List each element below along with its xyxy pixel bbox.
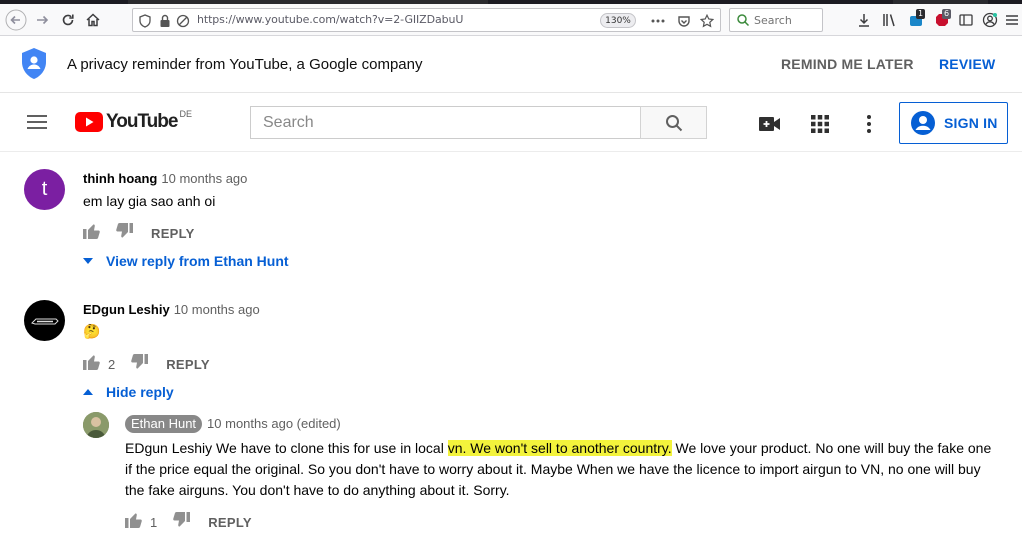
more-options-icon[interactable] bbox=[857, 112, 881, 136]
caret-up-icon bbox=[83, 389, 93, 395]
reply-button[interactable]: REPLY bbox=[151, 226, 195, 241]
downloads-icon[interactable] bbox=[852, 9, 876, 31]
reply-text-start: EDgun Leshiy We have to clone this for u… bbox=[125, 440, 448, 456]
youtube-play-logo-icon bbox=[75, 112, 103, 132]
reply-actions: 1 REPLY bbox=[125, 510, 252, 534]
like-count: 1 bbox=[150, 514, 158, 530]
home-icon[interactable] bbox=[81, 9, 105, 31]
bookmark-star-icon[interactable] bbox=[699, 13, 715, 29]
search-input[interactable]: Search bbox=[250, 106, 641, 139]
url-text[interactable]: https://www.youtube.com/watch?v=2-GIIZDa… bbox=[197, 13, 463, 26]
reply-header: Ethan Hunt 10 months ago (edited) bbox=[125, 415, 341, 433]
thumbs-down-icon[interactable] bbox=[131, 353, 149, 375]
comment-author[interactable]: thinh hoang bbox=[83, 171, 157, 186]
lock-icon[interactable] bbox=[157, 13, 173, 29]
reply-button[interactable]: REPLY bbox=[208, 515, 252, 530]
autoplay-blocked-icon[interactable] bbox=[175, 13, 191, 29]
view-replies-label: View reply from Ethan Hunt bbox=[106, 253, 289, 269]
comment-actions: REPLY bbox=[83, 221, 195, 245]
edgun-logo-icon bbox=[30, 318, 59, 324]
guide-menu-icon[interactable] bbox=[27, 114, 47, 135]
hide-replies-label: Hide reply bbox=[106, 384, 174, 400]
extension-icon-blue[interactable]: 1 bbox=[904, 9, 928, 31]
browser-search-placeholder: Search bbox=[754, 14, 792, 27]
url-bar[interactable]: https://www.youtube.com/watch?v=2-GIIZDa… bbox=[132, 8, 721, 32]
search-icon bbox=[665, 114, 682, 131]
country-code: DE bbox=[179, 109, 192, 119]
thumbs-down-icon[interactable] bbox=[173, 511, 191, 533]
sidebar-icon[interactable] bbox=[954, 9, 978, 31]
extension-badge: 1 bbox=[916, 9, 926, 19]
search-placeholder: Search bbox=[263, 114, 314, 131]
caret-down-icon bbox=[83, 258, 93, 264]
sign-in-button[interactable]: SIGN IN bbox=[899, 102, 1008, 144]
youtube-header: YouTube DE Search SIGN IN bbox=[0, 94, 1022, 152]
comment-text: 🤔 bbox=[83, 323, 101, 339]
thumbs-up-icon[interactable] bbox=[125, 512, 142, 533]
avatar[interactable]: t bbox=[24, 169, 65, 210]
logo-text: YouTube bbox=[106, 111, 178, 132]
comment-text: em lay gia sao anh oi bbox=[83, 193, 216, 209]
thumbs-down-icon[interactable] bbox=[116, 222, 133, 244]
comments-section: t thinh hoang 10 months ago em lay gia sa… bbox=[0, 153, 1022, 545]
comment-actions: 2 REPLY bbox=[83, 352, 210, 376]
avatar-photo-icon bbox=[83, 412, 109, 438]
account-circle-icon bbox=[911, 111, 935, 135]
adblock-icon[interactable]: 6 bbox=[930, 9, 954, 31]
reply-button[interactable]: REPLY bbox=[166, 357, 210, 372]
thumbs-up-icon[interactable] bbox=[83, 354, 100, 375]
account-icon[interactable] bbox=[978, 9, 1002, 31]
sign-in-label: SIGN IN bbox=[944, 115, 998, 131]
privacy-shield-icon bbox=[20, 47, 48, 86]
hamburger-menu-icon[interactable] bbox=[1000, 9, 1022, 31]
comment-author[interactable]: EDgun Leshiy bbox=[83, 302, 170, 317]
avatar[interactable] bbox=[83, 412, 109, 438]
apps-grid-icon[interactable] bbox=[808, 112, 832, 136]
adblock-badge: 6 bbox=[942, 9, 952, 19]
review-button[interactable]: REVIEW bbox=[939, 56, 995, 72]
search-button[interactable] bbox=[640, 106, 707, 139]
pocket-icon[interactable] bbox=[676, 13, 692, 29]
create-video-icon[interactable] bbox=[758, 112, 782, 136]
forward-icon[interactable] bbox=[30, 9, 54, 31]
hide-replies-button[interactable]: Hide reply bbox=[83, 384, 174, 400]
browser-toolbar: https://www.youtube.com/watch?v=2-GIIZDa… bbox=[0, 4, 1022, 36]
thumbs-up-icon[interactable] bbox=[83, 223, 100, 244]
comment-header: EDgun Leshiy 10 months ago bbox=[83, 302, 260, 317]
tracking-shield-icon[interactable] bbox=[137, 13, 153, 29]
library-icon[interactable] bbox=[878, 9, 902, 31]
reload-icon[interactable] bbox=[56, 9, 80, 31]
privacy-message: A privacy reminder from YouTube, a Googl… bbox=[67, 56, 423, 73]
zoom-level[interactable]: 130% bbox=[600, 13, 636, 28]
browser-search-bar[interactable]: Search bbox=[729, 8, 823, 32]
comment-time[interactable]: 10 months ago bbox=[161, 171, 247, 186]
view-replies-button[interactable]: View reply from Ethan Hunt bbox=[83, 253, 289, 269]
privacy-reminder-banner: A privacy reminder from YouTube, a Googl… bbox=[0, 37, 1022, 93]
highlighted-text: vn. We won't sell to another country. bbox=[447, 440, 672, 456]
page-actions-icon[interactable] bbox=[650, 13, 666, 29]
back-icon[interactable] bbox=[4, 9, 28, 31]
comment-header: thinh hoang 10 months ago bbox=[83, 171, 247, 186]
search-engine-icon bbox=[736, 13, 750, 32]
avatar[interactable] bbox=[24, 300, 65, 341]
like-count: 2 bbox=[108, 356, 116, 372]
reply-author-badge[interactable]: Ethan Hunt bbox=[125, 415, 203, 433]
avatar-letter: t bbox=[41, 178, 48, 200]
remind-later-button[interactable]: REMIND ME LATER bbox=[781, 56, 914, 72]
comment-time[interactable]: 10 months ago bbox=[174, 302, 260, 317]
reply-text: EDgun Leshiy We have to clone this for u… bbox=[125, 438, 995, 501]
reply-time[interactable]: 10 months ago (edited) bbox=[207, 416, 341, 431]
youtube-logo[interactable]: YouTube DE bbox=[75, 109, 192, 133]
